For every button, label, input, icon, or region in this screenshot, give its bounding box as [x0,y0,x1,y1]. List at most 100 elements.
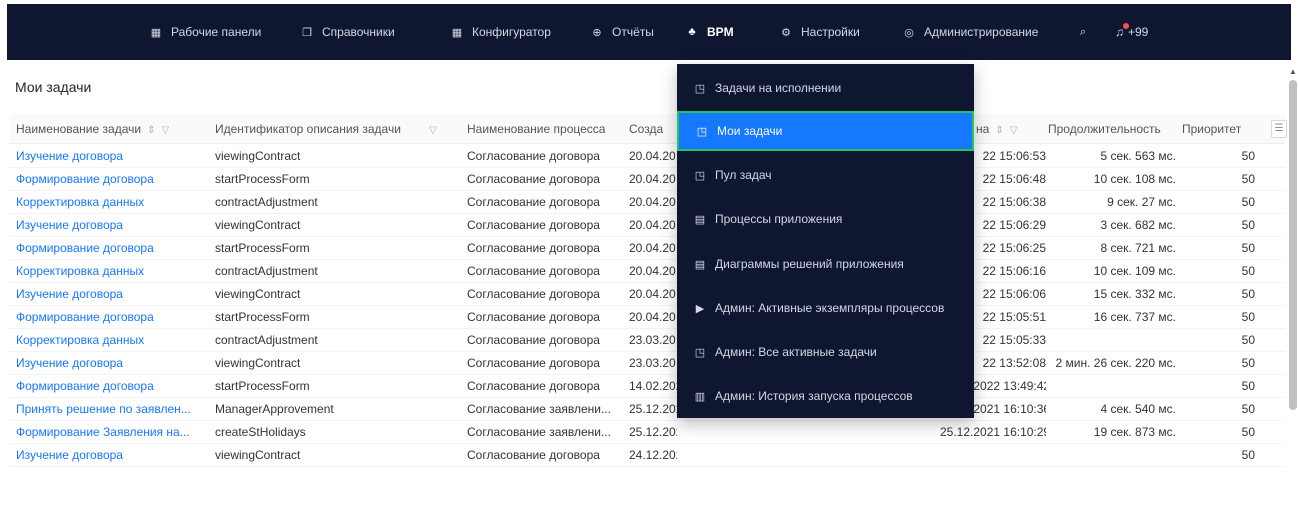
table-row[interactable]: Корректировка данных contractAdjustment Со… [10,329,1285,352]
nav-item-references[interactable]: ❐ Справочники [300,4,395,60]
table-header: Наименование задачи ⇕ ▽ Идентификатор опис… [10,114,1285,144]
column-label: Наименование задачи [16,122,142,136]
table-row[interactable]: Корректировка данных contractAdjustment Со… [10,191,1285,214]
nav-item-settings[interactable]: ⚙ Настройки [779,4,860,60]
menu-item-app-processes[interactable]: ▤ Процессы приложения [677,199,974,239]
task-id-cell: startProcessForm [215,310,310,324]
task-id-cell: startProcessForm [215,172,310,186]
column-header-priority[interactable]: Приоритет [1182,114,1242,144]
duration-cell [1048,375,1176,398]
column-settings-button[interactable]: ☰ [1271,120,1287,138]
task-id-cell: viewingContract [215,356,301,370]
created-cell: 20.04.20 [629,149,676,163]
task-id-cell: startProcessForm [215,241,310,255]
column-header-finished[interactable]: на ⇕ ▽ [976,114,1046,144]
table-row[interactable]: Формирование договора startProcessForm Сог… [10,237,1285,260]
search-button[interactable]: ⌕ [1076,4,1090,60]
notifications-button[interactable]: ♫ +99 [1115,4,1148,60]
task-name-cell[interactable]: Формирование договора [16,306,211,329]
duration-cell: 4 сек. 540 мс. [1100,402,1176,416]
flow-icon: ♣ [688,26,696,38]
task-name-cell[interactable]: Изучение договора [16,444,211,467]
task-name-cell[interactable]: Формирование договора [16,168,211,191]
created-cell: 20.04.20 [629,241,676,255]
column-label: Созда [629,122,664,136]
task-name-cell[interactable]: Изучение договора [16,214,211,237]
sort-icon[interactable]: ⇕ [147,125,155,136]
table-row[interactable]: Формирование Заявления на... createStHoli… [10,421,1285,444]
table-row[interactable]: Корректировка данных contractAdjustment Со… [10,260,1285,283]
menu-item-admin-active-instances[interactable]: ▶ Админ: Активные экземпляры процессов [677,288,974,328]
created-cell: 20.04.20 [629,287,676,301]
priority-cell: 50 [1241,310,1255,324]
menu-item-admin-all-active-tasks[interactable]: ◳ Админ: Все активные задачи [677,332,974,372]
nav-item-administration[interactable]: ◎ Администрирование [902,4,1038,60]
menu-item-decision-diagrams[interactable]: ▤ Диаграммы решений приложения [677,244,974,284]
search-icon: ⌕ [1079,25,1087,38]
task-name-cell[interactable]: Формирование Заявления на... [16,421,211,444]
column-header-task-name[interactable]: Наименование задачи ⇕ ▽ [16,114,211,144]
filter-icon[interactable]: ▽ [161,125,169,136]
column-header-created[interactable]: Созда [629,114,677,144]
priority-cell: 50 [1241,287,1255,301]
task-name-cell[interactable]: Корректировка данных [16,260,211,283]
menu-item-tasks-in-progress[interactable]: ◳ Задачи на исполнении [677,68,974,108]
menu-item-admin-launch-history[interactable]: ▥ Админ: История запуска процессов [677,376,974,416]
created-cell: 20.04.20 [629,195,676,209]
task-icon: ◳ [694,82,706,95]
scroll-up-icon[interactable]: ▲ [1288,66,1298,78]
nav-label: Администрирование [924,25,1039,39]
menu-item-my-tasks[interactable]: ◳ Мои задачи [677,111,974,151]
process-name-cell: Согласование договора [467,448,600,462]
nav-item-configurator[interactable]: ▦ Конфигуратор [450,4,551,60]
filter-icon[interactable]: ▽ [429,125,437,136]
table-row[interactable]: Формирование договора startProcessForm Сог… [10,306,1285,329]
nav-label: Отчёты [612,25,654,39]
duration-cell: 19 сек. 873 мс. [1093,425,1176,439]
task-name-cell[interactable]: Формирование договора [16,237,211,260]
column-header-process-name[interactable]: Наименование процесса [467,114,627,144]
task-id-cell: contractAdjustment [215,264,318,278]
task-name-cell[interactable]: Корректировка данных [16,191,211,214]
task-id-cell: startProcessForm [215,379,310,393]
task-name-cell[interactable]: Формирование договора [16,375,211,398]
duration-cell: 2 мин. 26 сек. 220 мс. [1055,356,1176,370]
table-row[interactable]: Формирование договора startProcessForm Сог… [10,168,1285,191]
column-header-task-id[interactable]: Идентификатор описания задачи ▽ [215,114,455,144]
column-label: Приоритет [1182,122,1242,136]
duration-cell: 10 сек. 109 мс. [1093,264,1176,278]
menu-item-task-pool[interactable]: ◳ Пул задач [677,155,974,195]
document-icon: ▤ [694,258,706,271]
table-row[interactable]: Изучение договора viewingContract Согласов… [10,145,1285,168]
filter-icon[interactable]: ▽ [1010,125,1018,136]
nav-item-reports[interactable]: ⊕ Отчёты [590,4,654,60]
notification-count: +99 [1128,25,1149,39]
list-icon: ☰ [1274,123,1284,134]
task-name-cell[interactable]: Изучение договора [16,283,211,306]
nav-item-dashboards[interactable]: ▦ Рабочие панели [149,4,262,60]
shield-icon: ◎ [904,26,914,39]
grid-icon: ▦ [451,26,463,39]
table-row[interactable]: Изучение договора viewingContract Согласов… [10,214,1285,237]
task-name-cell[interactable]: Изучение договора [16,145,211,168]
priority-cell: 50 [1241,172,1255,186]
scrollbar-thumb[interactable] [1289,80,1297,410]
task-name-cell[interactable]: Принять решение по заявлен... [16,398,211,421]
sort-icon[interactable]: ⇕ [995,125,1003,136]
priority-cell: 50 [1241,149,1255,163]
column-header-duration[interactable]: Продолжительность [1048,114,1176,144]
priority-cell: 50 [1241,379,1255,393]
task-name-cell[interactable]: Изучение договора [16,352,211,375]
table-row[interactable]: Формирование договора startProcessForm Сог… [10,375,1285,398]
table-row[interactable]: Изучение договора viewingContract Согласов… [10,444,1285,467]
gear-icon: ⚙ [781,26,791,39]
table-row[interactable]: Изучение договора viewingContract Согласов… [10,283,1285,306]
table-row[interactable]: Изучение договора viewingContract Согласов… [10,352,1285,375]
task-id-cell: viewingContract [215,149,301,163]
process-name-cell: Согласование заявлени... [467,402,611,416]
table-row[interactable]: Принять решение по заявлен... ManagerAppr… [10,398,1285,421]
task-name-cell[interactable]: Корректировка данных [16,329,211,352]
created-cell: 25.12.2021 16:10:32 [629,402,677,416]
history-icon: ▥ [694,390,706,403]
nav-item-bpm[interactable]: ♣ BPM [685,4,733,60]
